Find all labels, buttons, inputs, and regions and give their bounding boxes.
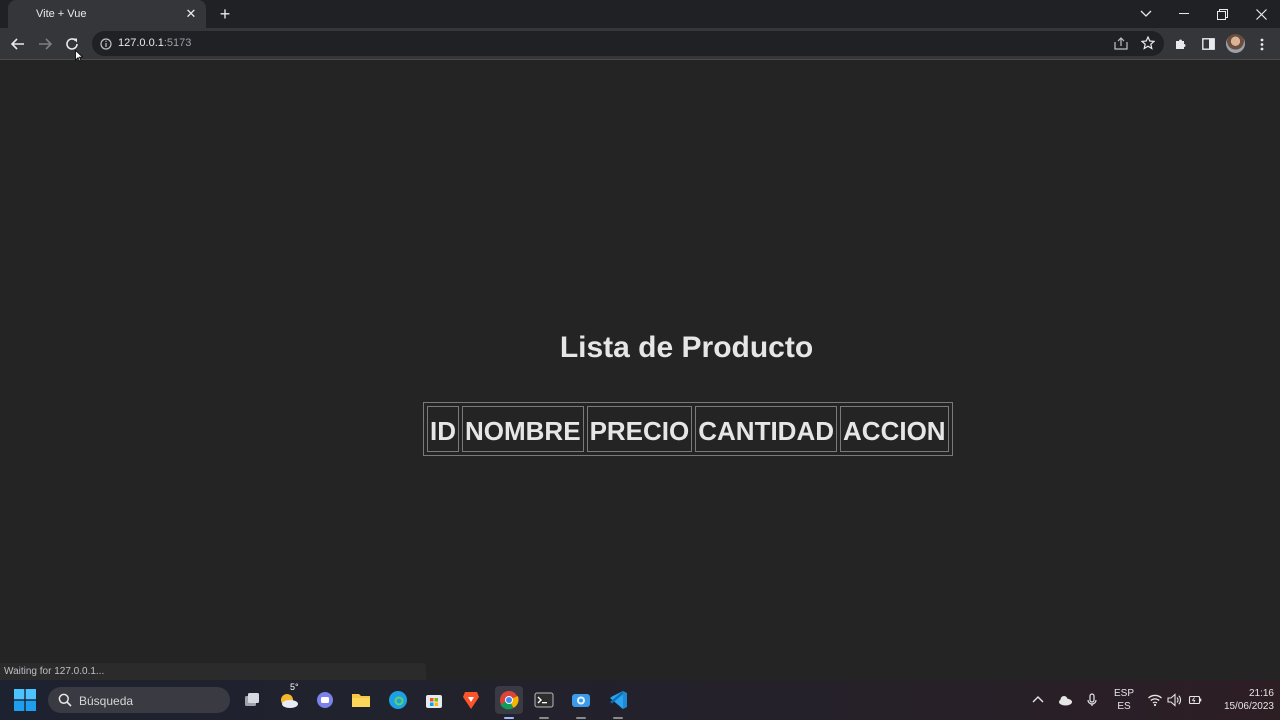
column-header-accion: ACCION xyxy=(840,406,949,452)
input-language-indicator[interactable]: ESP ES xyxy=(1110,687,1138,713)
taskbar: Búsqueda 5° ESP ES 21:16 15/06/2023 xyxy=(0,680,1280,720)
language-code: ESP xyxy=(1113,688,1134,699)
site-info-icon[interactable] xyxy=(100,37,112,55)
vscode-icon[interactable] xyxy=(606,688,630,719)
menu-kebab-icon[interactable] xyxy=(1250,32,1274,56)
bookmark-star-icon[interactable] xyxy=(1140,35,1156,55)
edge-browser-icon[interactable] xyxy=(386,688,410,712)
address-bar[interactable]: 127.0.0.1:5173 xyxy=(92,31,1164,56)
extensions-icon[interactable] xyxy=(1169,32,1193,56)
new-tab-button[interactable]: + xyxy=(214,4,236,24)
teams-chat-icon[interactable] xyxy=(313,688,337,712)
restore-button[interactable] xyxy=(1203,0,1241,28)
search-icon xyxy=(58,693,72,712)
file-explorer-icon[interactable] xyxy=(349,688,373,712)
tab-search-icon[interactable] xyxy=(1127,0,1165,28)
terminal-icon[interactable] xyxy=(532,688,556,719)
status-bubble: Waiting for 127.0.0.1... xyxy=(0,663,426,680)
browser-tab[interactable]: Vite + Vue ✕ xyxy=(8,0,206,28)
windows-start-icon[interactable] xyxy=(14,689,36,711)
weather-temperature: 5° xyxy=(290,682,299,692)
chrome-browser-icon[interactable] xyxy=(495,686,523,719)
column-header-nombre: NOMBRE xyxy=(462,406,584,452)
weather-widget-icon[interactable]: 5° xyxy=(277,682,301,712)
tray-overflow-chevron-icon[interactable] xyxy=(1030,692,1046,708)
minimize-button[interactable] xyxy=(1165,0,1203,28)
task-view-icon[interactable] xyxy=(240,688,264,712)
snipping-tool-icon[interactable] xyxy=(569,688,593,719)
share-icon[interactable] xyxy=(1114,37,1128,55)
close-window-button[interactable] xyxy=(1242,0,1280,28)
brave-browser-icon[interactable] xyxy=(459,688,483,712)
url-port: :5173 xyxy=(163,37,192,49)
table-header-row: ID NOMBRE PRECIO CANTIDAD ACCION xyxy=(427,406,949,452)
url-host: 127.0.0.1 xyxy=(118,37,164,49)
taskbar-search-box[interactable]: Búsqueda xyxy=(48,687,230,713)
microphone-icon[interactable] xyxy=(1084,692,1100,708)
clock-date: 15/06/2023 xyxy=(1223,701,1274,712)
clock-time: 21:16 xyxy=(1248,688,1274,699)
back-arrow-icon[interactable] xyxy=(6,32,30,56)
wifi-icon[interactable] xyxy=(1147,692,1163,708)
profile-avatar[interactable] xyxy=(1226,34,1245,53)
browser-toolbar: 127.0.0.1:5173 xyxy=(0,28,1280,60)
side-panel-icon[interactable] xyxy=(1196,32,1220,56)
onedrive-cloud-icon[interactable] xyxy=(1057,692,1073,708)
column-header-id: ID xyxy=(427,406,459,452)
microsoft-store-icon[interactable] xyxy=(422,688,446,712)
clock[interactable]: 21:16 15/06/2023 xyxy=(1210,687,1274,713)
tab-close-icon[interactable]: ✕ xyxy=(184,6,198,22)
product-table: ID NOMBRE PRECIO CANTIDAD ACCION xyxy=(423,402,953,456)
mouse-cursor-icon xyxy=(75,49,84,67)
search-label: Búsqueda xyxy=(79,694,134,708)
column-header-precio: PRECIO xyxy=(586,406,693,452)
battery-icon[interactable] xyxy=(1187,692,1203,708)
browser-tab-strip: Vite + Vue ✕ + xyxy=(0,0,1280,28)
volume-icon[interactable] xyxy=(1166,692,1182,708)
column-header-cantidad: CANTIDAD xyxy=(695,406,838,452)
page-title: Lista de Producto xyxy=(559,331,814,364)
forward-arrow-icon[interactable] xyxy=(33,32,57,56)
keyboard-layout-code: ES xyxy=(1117,701,1131,712)
url-text: 127.0.0.1:5173 xyxy=(118,37,191,49)
tab-title: Vite + Vue xyxy=(36,8,87,20)
